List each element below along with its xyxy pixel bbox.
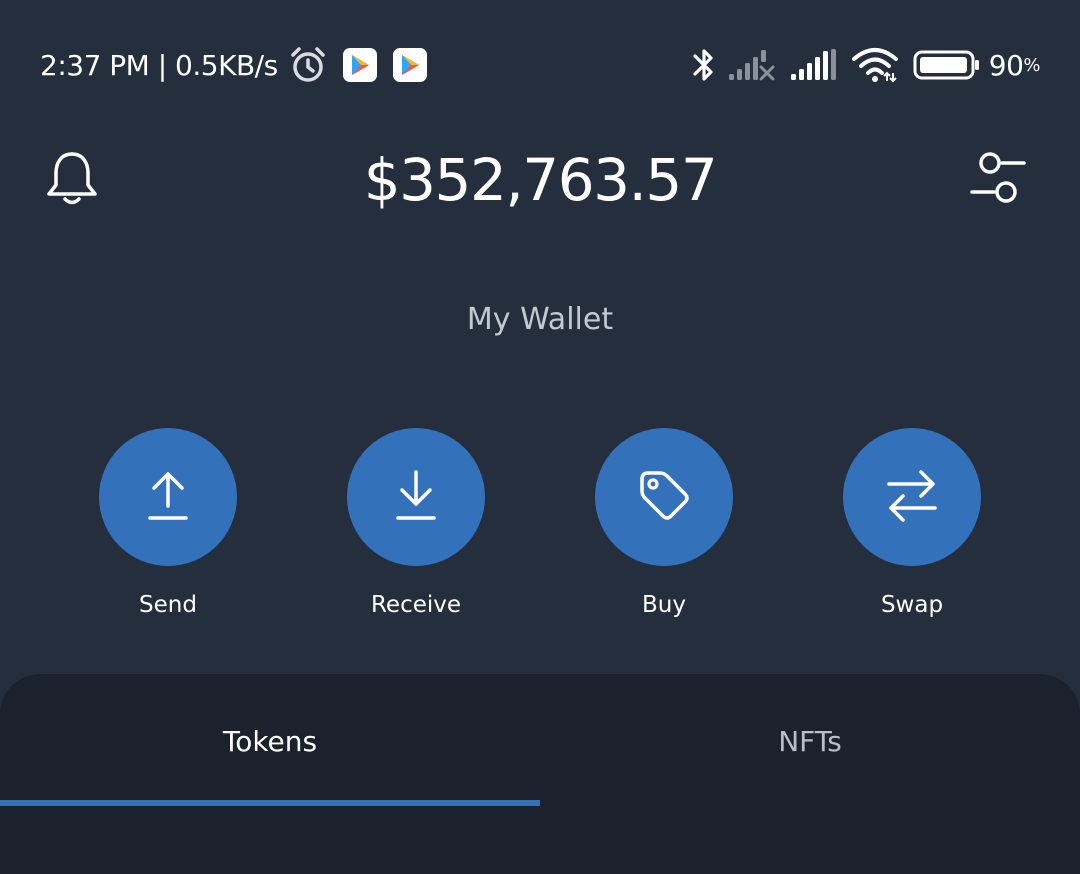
play-app-icon [392, 48, 427, 82]
send-button[interactable] [99, 428, 237, 566]
status-time: 2:37 PM | 0.5KB/s [40, 48, 278, 82]
active-tab-indicator [0, 800, 540, 806]
signal-icon [790, 48, 837, 82]
swap-arrows-icon [885, 466, 939, 528]
tag-icon [636, 467, 692, 527]
swap-action[interactable]: Swap [822, 428, 1002, 620]
wifi-icon [851, 47, 899, 83]
play-app-icon [342, 48, 377, 82]
status-right: 90% [689, 44, 1040, 86]
upload-arrow-icon [146, 468, 190, 526]
swap-button[interactable] [843, 428, 981, 566]
signal-off-icon [728, 48, 777, 82]
alarm-icon [288, 45, 328, 85]
receive-button[interactable] [347, 428, 485, 566]
swap-label: Swap [880, 592, 944, 618]
bluetooth-icon [689, 45, 719, 85]
tab-nfts[interactable]: NFTs [540, 722, 1080, 762]
wallet-name[interactable]: My Wallet [0, 300, 1080, 340]
send-action[interactable]: Send [78, 428, 258, 620]
download-arrow-icon [394, 468, 438, 526]
receive-label: Receive [370, 592, 462, 618]
battery-unit: % [1023, 54, 1040, 76]
assets-panel: Tokens NFTs [0, 674, 1080, 874]
filter-icon[interactable] [968, 150, 1028, 208]
tab-tokens[interactable]: Tokens [0, 722, 540, 762]
buy-label: Buy [642, 592, 686, 618]
buy-action[interactable]: Buy [574, 428, 754, 620]
wallet-balance: $352,763.57 [363, 146, 718, 214]
status-bar: 2:37 PM | 0.5KB/s 90 % [0, 0, 1080, 130]
battery-value: 90 [988, 48, 1024, 82]
battery-percentage: 90% [988, 48, 1041, 82]
receive-action[interactable]: Receive [326, 428, 506, 620]
buy-button[interactable] [595, 428, 733, 566]
battery-icon [913, 50, 981, 80]
status-left: 2:37 PM | 0.5KB/s [40, 44, 427, 86]
send-label: Send [139, 592, 197, 618]
